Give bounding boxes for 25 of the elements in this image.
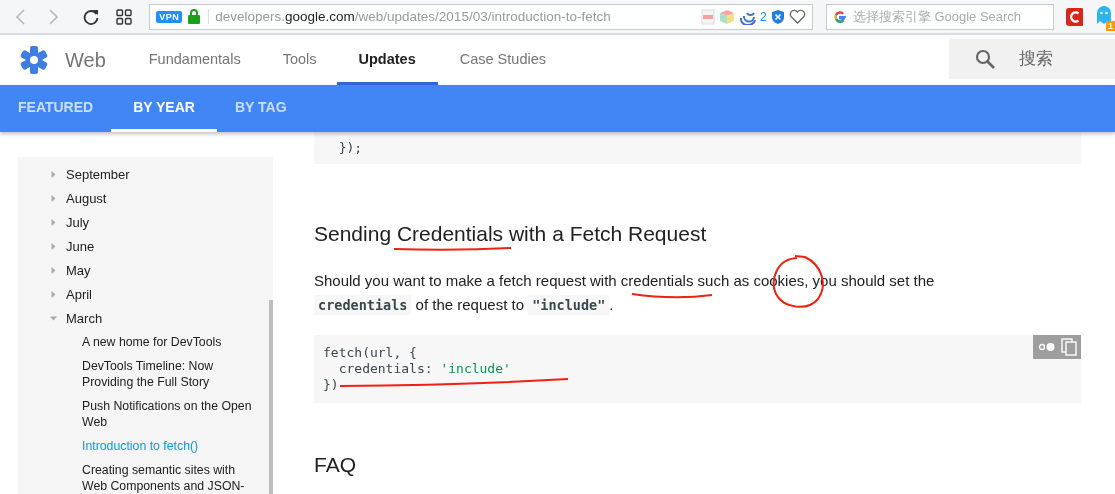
tree-item[interactable]: August xyxy=(18,186,107,210)
tree-item[interactable]: June xyxy=(18,234,95,258)
code-block: }); xyxy=(314,132,1081,164)
site-search-field[interactable]: 搜索 xyxy=(949,39,1115,79)
code-block: fetch(url, { credentials: 'include' }) xyxy=(314,335,1081,403)
tree-link[interactable]: A new home for DevTools xyxy=(82,334,259,350)
tree-item[interactable]: April xyxy=(18,282,92,306)
nav-tab[interactable]: Fundamentals xyxy=(148,35,241,85)
tree-link[interactable]: Push Notifications on the Open Web xyxy=(82,398,259,430)
tree-item[interactable]: May xyxy=(18,258,91,282)
section-heading: Sending Credentials with a Fetch Request xyxy=(314,221,708,247)
sub-tab[interactable]: BY YEAR xyxy=(111,85,217,132)
nav-tab[interactable]: Case Studies xyxy=(459,35,546,85)
search-field[interactable]: 选择搜索引擎 Google Search xyxy=(825,3,1054,30)
tree-item[interactable]: September xyxy=(18,162,130,186)
notification-badge: 1 xyxy=(1106,20,1115,31)
nav-tab[interactable]: Tools xyxy=(282,35,317,85)
site-title[interactable]: Web xyxy=(65,48,106,72)
tree-link[interactable]: Creating semantic sites with Web Components and JSON- xyxy=(82,462,259,494)
tree-item[interactable]: March xyxy=(18,306,103,330)
extension-count: 2 xyxy=(760,9,767,24)
tree-link[interactable]: DevTools Timeline: Now Providing the Full Story xyxy=(82,358,259,390)
section-heading: FAQ xyxy=(314,453,357,477)
tree-item[interactable]: July xyxy=(18,210,90,234)
address-bar[interactable]: VPN developers.google.com/web/updates/2015/03/introduction-to-fetch 2 xyxy=(149,3,813,30)
